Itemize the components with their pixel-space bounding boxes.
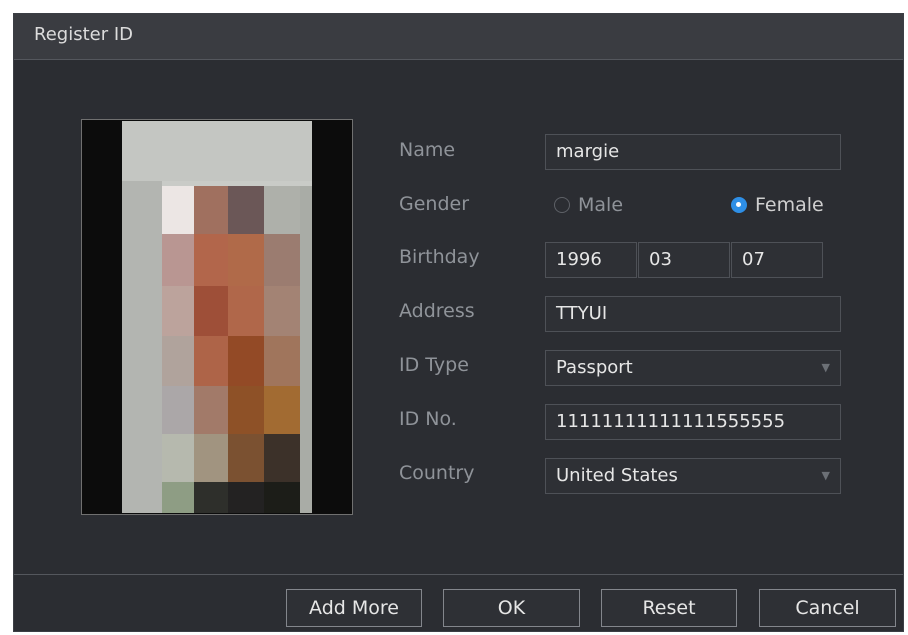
address-input[interactable]: TTYUI <box>545 296 841 332</box>
dialog-title: Register ID <box>34 24 133 45</box>
gender-female-label: Female <box>755 194 824 216</box>
birthday-month-input[interactable]: 03 <box>638 242 730 278</box>
face-snapshot <box>81 119 353 515</box>
gender-male-label: Male <box>578 194 624 216</box>
face-image-pixelated <box>122 121 312 513</box>
birthday-day-input[interactable]: 07 <box>731 242 823 278</box>
footer-divider <box>14 574 903 575</box>
gender-male-radio[interactable]: Male <box>554 194 623 216</box>
country-select[interactable]: United States ▼ <box>545 458 841 494</box>
reset-button[interactable]: Reset <box>601 589 737 627</box>
country-label: Country <box>399 462 475 484</box>
radio-checked-icon <box>731 197 747 213</box>
register-id-dialog: Register ID Name margie Gender Male Fema… <box>13 13 904 632</box>
chevron-down-icon: ▼ <box>821 469 830 482</box>
add-more-button[interactable]: Add More <box>286 589 422 627</box>
dialog-titlebar: Register ID <box>14 14 903 60</box>
gender-label: Gender <box>399 193 470 215</box>
radio-unchecked-icon <box>554 197 570 213</box>
chevron-down-icon: ▼ <box>821 361 830 374</box>
id-type-select[interactable]: Passport ▼ <box>545 350 841 386</box>
country-value: United States <box>556 465 678 486</box>
address-label: Address <box>399 300 475 322</box>
ok-button[interactable]: OK <box>443 589 580 627</box>
id-type-value: Passport <box>556 357 633 378</box>
cancel-button[interactable]: Cancel <box>759 589 896 627</box>
id-type-label: ID Type <box>399 354 469 376</box>
birthday-year-input[interactable]: 1996 <box>545 242 637 278</box>
name-input[interactable]: margie <box>545 134 841 170</box>
id-no-input[interactable]: 11111111111111555555 <box>545 404 841 440</box>
birthday-label: Birthday <box>399 246 480 268</box>
id-no-label: ID No. <box>399 408 457 430</box>
gender-female-radio[interactable]: Female <box>731 194 824 216</box>
name-label: Name <box>399 139 456 161</box>
